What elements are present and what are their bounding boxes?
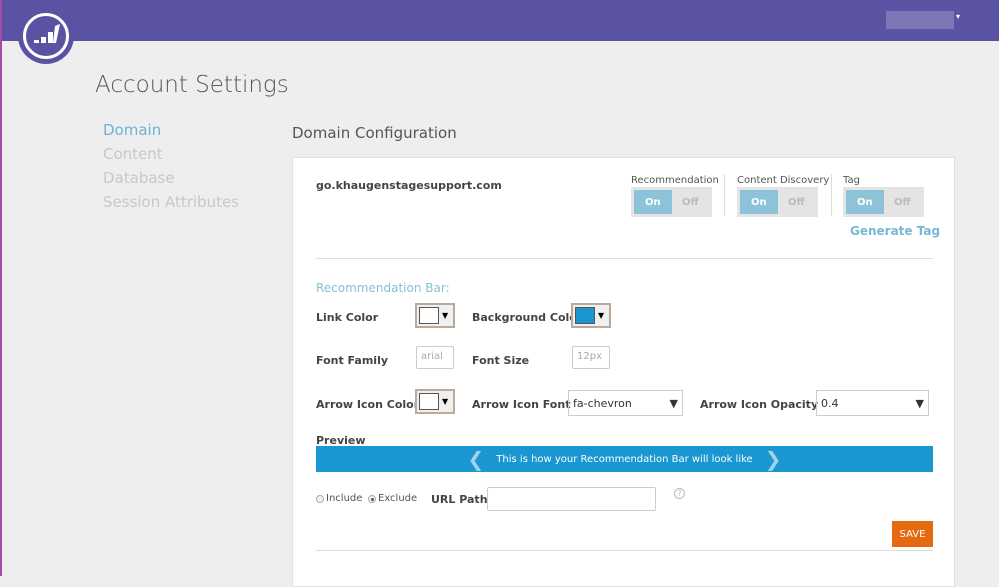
- save-button[interactable]: SAVE: [892, 521, 933, 547]
- settings-nav: Domain Content Database Session Attribut…: [103, 121, 239, 217]
- domain-config-card: go.khaugenstagesupport.com Recommendatio…: [292, 157, 955, 587]
- recommendation-toggle[interactable]: On Off: [631, 187, 712, 217]
- preview-text: This is how your Recommendation Bar will…: [496, 453, 753, 465]
- chevron-down-icon[interactable]: ▾: [956, 12, 960, 21]
- caret-down-icon: ▼: [442, 311, 449, 320]
- exclude-label: Exclude: [378, 493, 418, 504]
- radio-icon: [316, 494, 324, 503]
- include-radio[interactable]: Include: [316, 493, 362, 504]
- help-icon[interactable]: ?: [674, 488, 685, 499]
- recommendation-label: Recommendation: [631, 175, 719, 186]
- arrow-icon-font-label: Arrow Icon Font: [472, 398, 571, 411]
- font-family-label: Font Family: [316, 354, 389, 367]
- link-color-label: Link Color: [316, 311, 379, 324]
- exclude-radio[interactable]: Exclude: [368, 493, 417, 504]
- toggle-on[interactable]: On: [634, 190, 672, 214]
- arrow-icon-opacity-select[interactable]: 0.4 ▼: [816, 390, 929, 416]
- color-swatch: [419, 393, 439, 410]
- toggle-off[interactable]: Off: [884, 190, 922, 214]
- link-color-picker[interactable]: ▼: [415, 303, 455, 328]
- arrow-icon-font-select[interactable]: fa-chevron ▼: [568, 390, 683, 416]
- include-label: Include: [326, 493, 363, 504]
- caret-down-icon: ▼: [669, 397, 678, 410]
- arrow-icon-opacity-label: Arrow Icon Opacity: [700, 398, 819, 411]
- nav-domain[interactable]: Domain: [103, 121, 239, 145]
- caret-down-icon: ▼: [442, 397, 449, 406]
- toggle-off[interactable]: Off: [778, 190, 816, 214]
- select-value: 0.4: [821, 397, 839, 410]
- color-swatch: [575, 307, 595, 324]
- font-size-input[interactable]: 12px: [572, 346, 610, 369]
- domain-name: go.khaugenstagesupport.com: [316, 179, 502, 192]
- generate-tag-link[interactable]: Generate Tag: [850, 224, 940, 238]
- divider: [724, 174, 725, 216]
- content-discovery-label: Content Discovery: [737, 175, 830, 186]
- arrow-icon-color-label: Arrow Icon Color: [316, 398, 420, 411]
- select-value: fa-chevron: [573, 397, 632, 410]
- background-color-picker[interactable]: ▼: [571, 303, 611, 328]
- recommendation-bar-preview: ❮ This is how your Recommendation Bar wi…: [316, 446, 933, 472]
- top-bar: [2, 0, 999, 41]
- tag-label: Tag: [843, 175, 860, 186]
- divider: [316, 258, 933, 259]
- nav-content[interactable]: Content: [103, 145, 239, 169]
- toggle-on[interactable]: On: [740, 190, 778, 214]
- content-discovery-toggle[interactable]: On Off: [737, 187, 818, 217]
- color-swatch: [419, 307, 439, 324]
- marketo-logo[interactable]: [18, 8, 74, 64]
- page-title: Account Settings: [95, 72, 289, 98]
- toggle-on[interactable]: On: [846, 190, 884, 214]
- tag-toggle[interactable]: On Off: [843, 187, 924, 217]
- divider: [831, 174, 832, 216]
- background-color-label: Background Color: [472, 311, 583, 324]
- caret-down-icon: ▼: [598, 311, 605, 320]
- section-title: Domain Configuration: [292, 124, 457, 142]
- font-family-input[interactable]: arial: [416, 346, 454, 369]
- url-path-label: URL Path: [431, 493, 488, 506]
- radio-checked-icon: [368, 494, 376, 503]
- chevron-left-icon: ❮: [467, 447, 485, 471]
- nav-session-attributes[interactable]: Session Attributes: [103, 193, 239, 217]
- caret-down-icon: ▼: [915, 397, 924, 410]
- nav-database[interactable]: Database: [103, 169, 239, 193]
- recommendation-bar-heading: Recommendation Bar:: [316, 281, 450, 295]
- chevron-right-icon: ❯: [764, 447, 782, 471]
- arrow-icon-color-picker[interactable]: ▼: [415, 389, 455, 414]
- toggle-off[interactable]: Off: [672, 190, 710, 214]
- user-menu[interactable]: [886, 11, 954, 29]
- font-size-label: Font Size: [472, 354, 530, 367]
- url-path-input[interactable]: [487, 487, 656, 511]
- divider: [316, 550, 933, 551]
